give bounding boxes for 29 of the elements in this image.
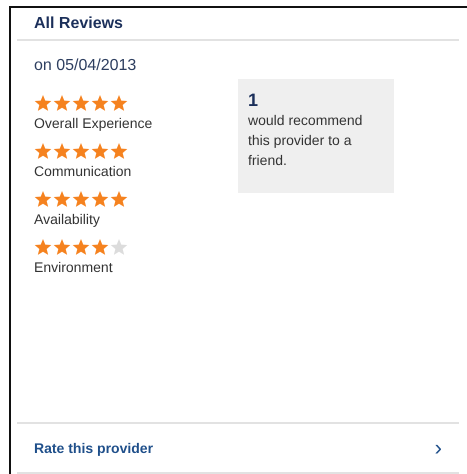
filled-star-icon — [53, 143, 71, 160]
rate-provider-link[interactable]: Rate this provider › — [17, 424, 459, 472]
filled-star-icon — [110, 143, 128, 160]
filled-star-icon — [34, 191, 52, 208]
rating-label: Availability — [34, 211, 101, 227]
filled-star-icon — [72, 143, 90, 160]
section-title: All Reviews — [33, 14, 124, 34]
filled-star-icon — [91, 191, 109, 208]
recommend-count: 1 — [248, 90, 260, 110]
filled-star-icon — [53, 95, 71, 112]
filled-star-icon — [91, 95, 109, 112]
filled-star-icon — [34, 239, 52, 256]
filled-star-icon — [34, 95, 52, 112]
review-date: on 05/04/2013 — [33, 56, 138, 75]
rating-label: Communication — [34, 163, 132, 179]
filled-star-icon — [91, 143, 109, 160]
filled-star-icon — [110, 191, 128, 208]
filled-star-icon — [53, 191, 71, 208]
rating-label: Environment — [34, 259, 114, 275]
filled-star-icon — [34, 143, 52, 160]
filled-star-icon — [53, 239, 71, 256]
filled-star-icon — [72, 95, 90, 112]
chevron-icon: › — [434, 435, 442, 461]
filled-star-icon — [72, 239, 90, 256]
recommend-text: would recommend this provider to a friend. — [248, 111, 364, 170]
filled-star-icon — [91, 239, 109, 256]
rating-label: Overall Experience — [34, 115, 154, 131]
filled-star-icon — [110, 95, 128, 112]
filled-star-icon — [72, 191, 90, 208]
